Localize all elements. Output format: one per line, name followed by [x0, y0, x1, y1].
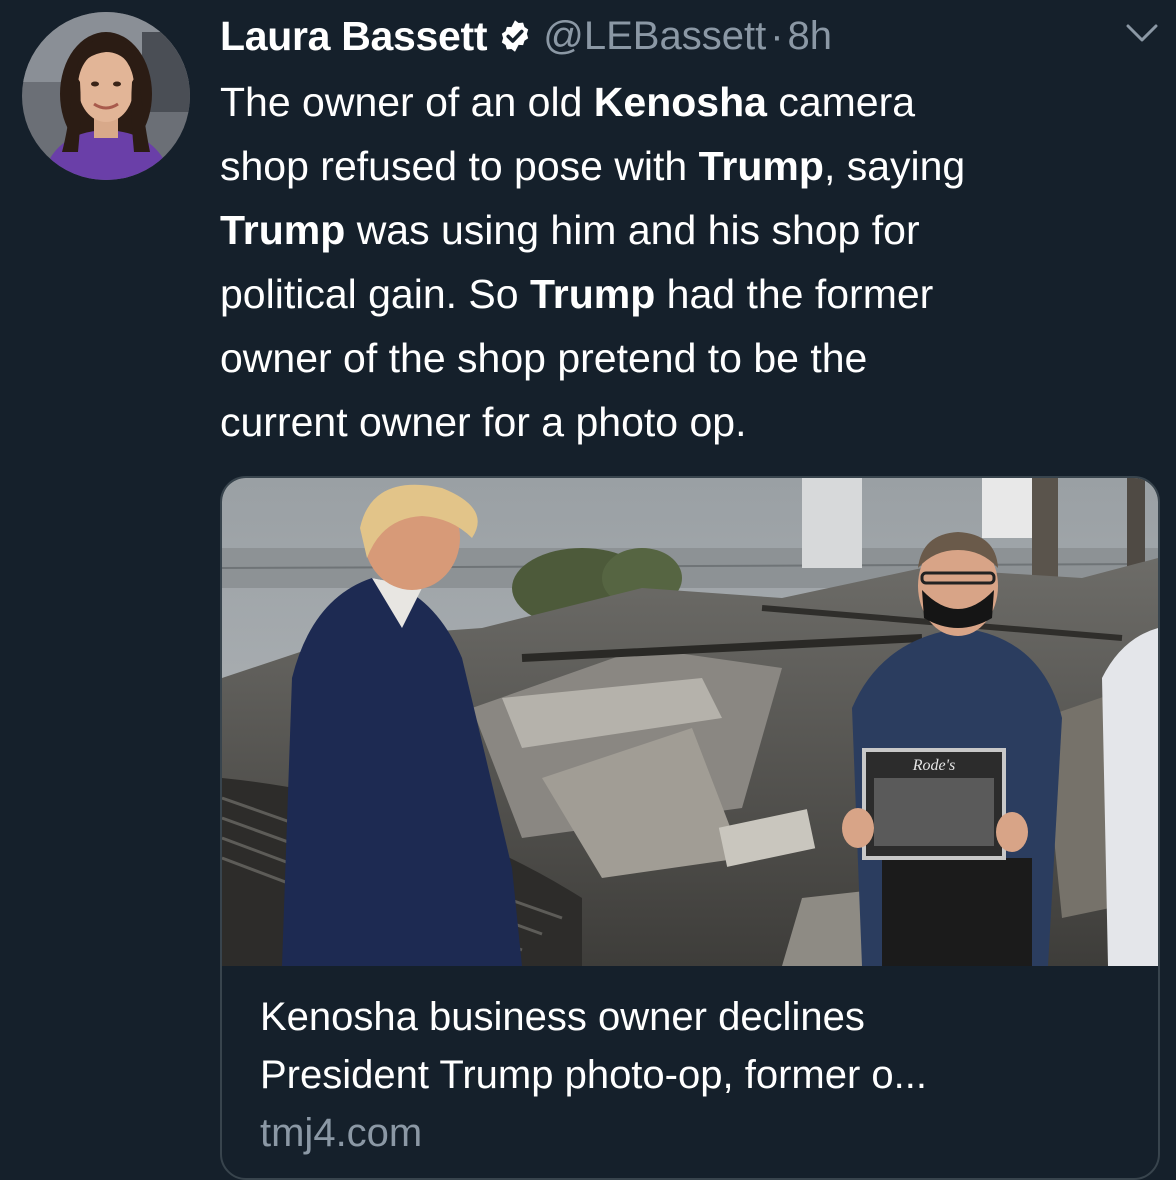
tweet-text-segment: had the former	[655, 271, 934, 317]
verified-badge-icon	[497, 18, 533, 54]
link-preview-title-line: President Trump photo-op, former o...	[260, 1053, 927, 1097]
tweet-text-segment: , saying	[823, 143, 966, 189]
tweet-text-line: current owner for a photo op.	[220, 390, 1160, 454]
tweet-body-text: The owner of an old Kenosha camera shop r…	[220, 70, 1160, 454]
tweet-text-segment: owner of the shop pretend to be the	[220, 335, 868, 381]
photo-sign-text: Rode's	[912, 757, 956, 774]
link-preview-domain: tmj4.com	[260, 1111, 423, 1155]
tweet-text-segment: political gain. So	[220, 271, 530, 317]
author-handle[interactable]: @LEBassett	[543, 14, 766, 59]
tweet-text-line: Trump was using him and his shop for	[220, 198, 1160, 262]
tweet-text-line: owner of the shop pretend to be the	[220, 326, 1160, 390]
avatar-image	[22, 12, 190, 180]
header-separator: ·	[770, 13, 784, 58]
tweet-timestamp[interactable]: 8h	[788, 14, 833, 59]
tweet-text-bold-segment: Trump	[698, 143, 824, 189]
link-preview-image: Rode's	[222, 478, 1158, 966]
tweet-text-bold-segment: Trump	[529, 271, 656, 317]
author-avatar[interactable]	[22, 12, 190, 180]
author-name[interactable]: Laura Bassett	[220, 13, 488, 60]
link-preview-text: Kenosha business owner declines President…	[260, 988, 1140, 1162]
link-preview-title-line: Kenosha business owner declines	[260, 995, 865, 1039]
tweet-text-line: shop refused to pose with Trump, saying	[220, 134, 1160, 198]
tweet-text-segment: The owner of an old	[220, 79, 594, 125]
link-preview-card[interactable]: Rode's Kenosha business owner declines Pr…	[220, 476, 1160, 1180]
tweet-text-segment: camera	[766, 79, 916, 125]
link-preview-title: Kenosha business owner declines President…	[260, 988, 1140, 1104]
tweet-text-segment: was using him and his shop for	[345, 207, 920, 253]
tweet-text-line: The owner of an old Kenosha camera	[220, 70, 1160, 134]
tweet-text-bold-segment: Trump	[220, 207, 346, 253]
tweet-text-segment: shop refused to pose with	[220, 143, 699, 189]
tweet-text-line: political gain. So Trump had the former	[220, 262, 1160, 326]
tweet-text-bold-segment: Kenosha	[593, 79, 767, 125]
tweet-text-segment: current owner for a photo op.	[220, 399, 747, 445]
tweet-header: Laura Bassett @LEBassett · 8h	[220, 10, 832, 62]
chevron-down-icon[interactable]	[1122, 18, 1162, 48]
